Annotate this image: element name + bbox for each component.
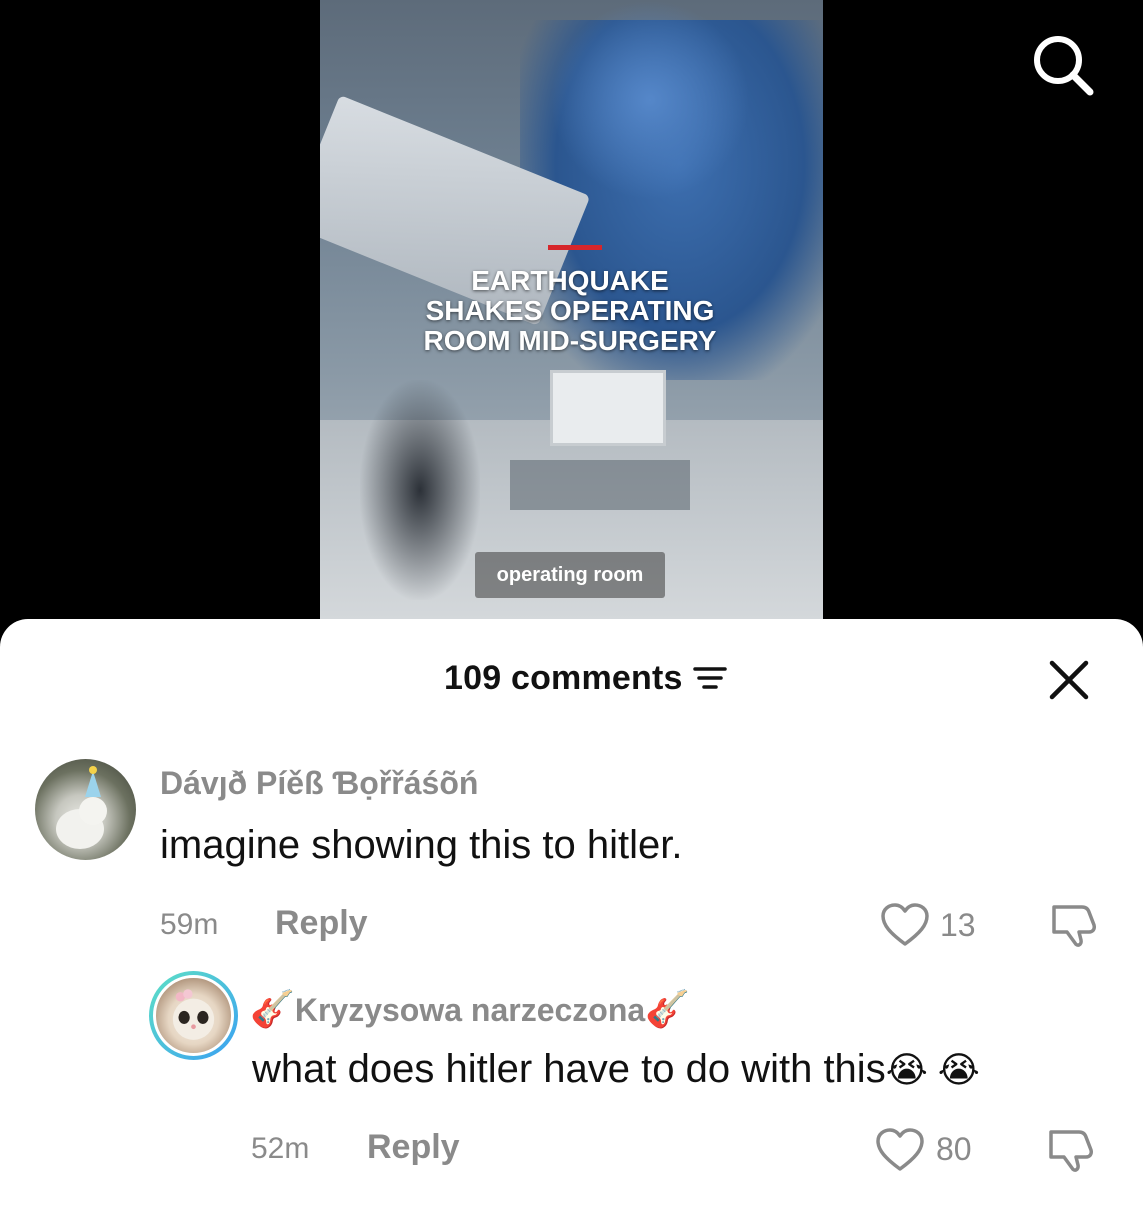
heart-icon[interactable] <box>875 1127 925 1178</box>
like-count: 13 <box>940 907 976 943</box>
video-background <box>360 380 480 600</box>
video-background <box>550 0 750 200</box>
comment-timestamp: 59m <box>160 908 219 941</box>
sort-filter-icon[interactable] <box>692 665 727 696</box>
guitar-emoji-icon: 🎸 <box>645 988 691 1029</box>
comment-text-reply: what does hitler have to do with this😭 😭 <box>252 1047 980 1092</box>
crying-emoji-icon: 😭 😭 <box>885 1049 980 1090</box>
comment-text: what does hitler have to do with this <box>252 1047 886 1091</box>
comment-text: imagine showing this to hitler. <box>160 823 683 867</box>
video-frame[interactable]: EARTHQUAKE SHAKES OPERATING ROOM MID-SUR… <box>320 0 823 620</box>
comments-count-sort[interactable]: 109 comments <box>444 659 727 698</box>
guitar-emoji-icon: 🎸 <box>250 988 295 1029</box>
comment-username: Kryzysowa narzeczona <box>294 992 646 1028</box>
comments-count: 109 comments <box>444 659 683 697</box>
avatar[interactable] <box>35 759 136 860</box>
avatar[interactable] <box>149 971 238 1060</box>
video-background <box>510 460 690 510</box>
comment-username[interactable]: Dávȷð Píěß Ɓọřřáśõń <box>160 765 478 802</box>
comments-header: 109 comments <box>0 659 1143 701</box>
avatar-image <box>153 975 234 1056</box>
video-headline: EARTHQUAKE SHAKES OPERATING ROOM MID-SUR… <box>423 265 717 356</box>
headline-accent-bar <box>548 245 602 250</box>
like-count: 80 <box>936 1131 972 1167</box>
search-icon[interactable] <box>1028 30 1098 100</box>
dislike-icon[interactable] <box>1048 903 1100 954</box>
close-icon[interactable] <box>1048 659 1090 701</box>
video-caption: operating room <box>475 552 665 598</box>
comment-timestamp: 52m <box>251 1132 310 1165</box>
heart-icon[interactable] <box>880 902 930 953</box>
video-background <box>550 370 666 446</box>
dislike-icon[interactable] <box>1045 1128 1097 1179</box>
reply-button[interactable]: Reply <box>367 1128 460 1167</box>
reply-button[interactable]: Reply <box>275 904 368 943</box>
comment-username-reply[interactable]: 🎸Kryzysowa narzeczona🎸 <box>250 988 690 1030</box>
video-player[interactable]: EARTHQUAKE SHAKES OPERATING ROOM MID-SUR… <box>0 0 1143 640</box>
